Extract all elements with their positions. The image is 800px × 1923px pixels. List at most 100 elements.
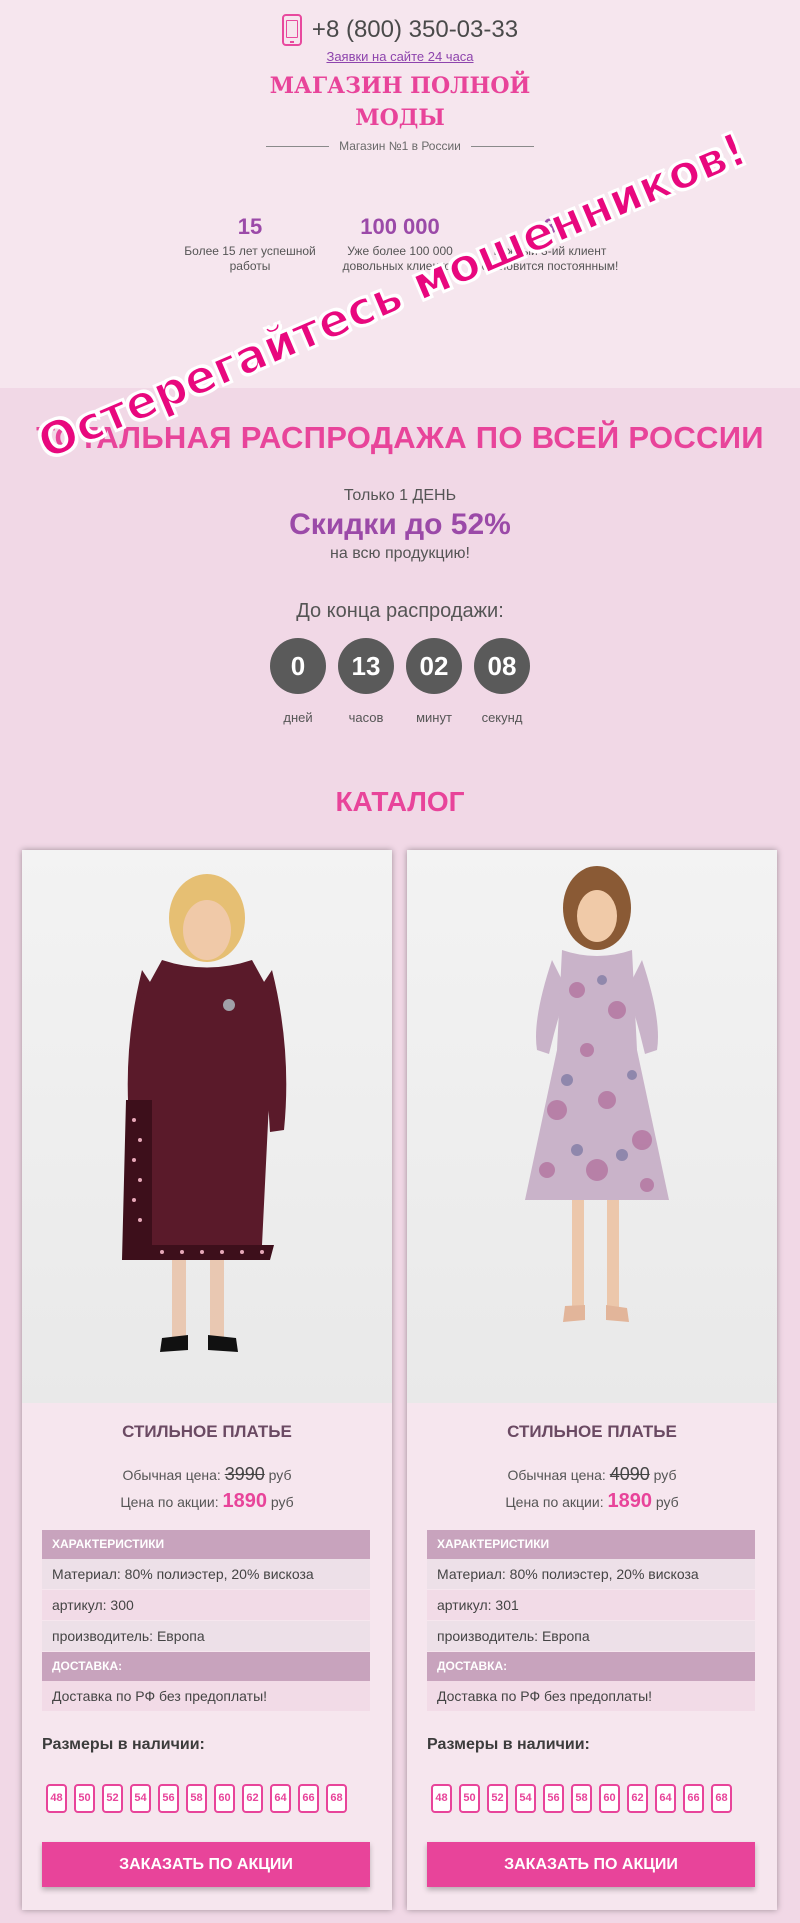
left-shoe bbox=[563, 1305, 585, 1322]
size-option[interactable]: 62 bbox=[242, 1784, 263, 1813]
size-option[interactable]: 48 bbox=[46, 1784, 67, 1813]
only-day-text: Только 1 ДЕНЬ bbox=[343, 487, 457, 504]
old-price-row: Обычная цена: 4090 руб bbox=[407, 1464, 777, 1485]
size-option[interactable]: 68 bbox=[711, 1784, 732, 1813]
left-leg bbox=[172, 1260, 186, 1340]
delivery-header: ДОСТАВКА: bbox=[427, 1652, 755, 1681]
product-photo bbox=[22, 850, 392, 1403]
face-shape bbox=[183, 900, 231, 960]
order-button[interactable]: ЗАКАЗАТЬ ПО АКЦИИ bbox=[427, 1842, 755, 1887]
requests-link[interactable]: Заявки на сайте 24 часа bbox=[0, 49, 800, 64]
catalog-title: КАТАЛОГ bbox=[335, 786, 465, 817]
size-option[interactable]: 50 bbox=[74, 1784, 95, 1813]
timer-value: 0 bbox=[270, 638, 326, 694]
shop-title: МАГАЗИН ПОЛНОЙ МОДЫ bbox=[269, 73, 531, 131]
size-option[interactable]: 58 bbox=[571, 1784, 592, 1813]
size-option[interactable]: 54 bbox=[515, 1784, 536, 1813]
right-shoe bbox=[606, 1305, 629, 1322]
spec-maker: производитель: Европа bbox=[427, 1621, 755, 1652]
specs-table: ХАРАКТЕРИСТИКИ Материал: 80% полиэстер, … bbox=[42, 1530, 370, 1712]
spec-material: Материал: 80% полиэстер, 20% вискоза bbox=[427, 1559, 755, 1590]
spec-delivery: Доставка по РФ без предоплаты! bbox=[42, 1681, 370, 1712]
stat-number: 100 000 bbox=[360, 214, 440, 239]
size-option[interactable]: 68 bbox=[326, 1784, 347, 1813]
size-option[interactable]: 50 bbox=[459, 1784, 480, 1813]
size-option[interactable]: 56 bbox=[543, 1784, 564, 1813]
spec-article: артикул: 300 bbox=[42, 1590, 370, 1621]
old-price-row: Обычная цена: 3990 руб bbox=[22, 1464, 392, 1485]
size-option[interactable]: 54 bbox=[130, 1784, 151, 1813]
size-option[interactable]: 58 bbox=[186, 1784, 207, 1813]
size-option[interactable]: 60 bbox=[214, 1784, 235, 1813]
old-price: 3990 bbox=[224, 1464, 265, 1484]
size-option[interactable]: 62 bbox=[627, 1784, 648, 1813]
countdown-timer: 0 дней 13 часов 02 минут 08 секунд bbox=[268, 638, 532, 725]
new-price-row: Цена по акции: 1890 руб bbox=[22, 1490, 392, 1513]
timer-value: 13 bbox=[338, 638, 394, 694]
divider-right bbox=[470, 145, 534, 147]
timer-label: секунд bbox=[481, 710, 523, 725]
spec-material: Материал: 80% полиэстер, 20% вискоза bbox=[42, 1559, 370, 1590]
dress-photo-illustration bbox=[525, 866, 669, 1322]
spec-article: артикул: 301 bbox=[427, 1590, 755, 1621]
phone-number[interactable]: +8 (800) 350-03-33 bbox=[312, 16, 518, 44]
face-shape bbox=[577, 890, 617, 942]
left-shoe bbox=[160, 1335, 188, 1352]
new-price: 1890 bbox=[607, 1490, 652, 1512]
until-end-text: До конца распродажи: bbox=[296, 600, 504, 622]
product-card: СТИЛЬНОЕ ПЛАТЬЕ Обычная цена: 4090 руб Ц… bbox=[407, 850, 777, 1910]
pendant bbox=[223, 999, 235, 1011]
for-all-text: на всю продукцию! bbox=[330, 545, 470, 562]
divider-left bbox=[266, 145, 330, 147]
delivery-header: ДОСТАВКА: bbox=[42, 1652, 370, 1681]
timer-label: минут bbox=[416, 710, 452, 725]
subtitle: Магазин №1 в России bbox=[339, 139, 461, 153]
size-option[interactable]: 66 bbox=[298, 1784, 319, 1813]
timer-value: 02 bbox=[406, 638, 462, 694]
dress-body bbox=[140, 960, 274, 1245]
right-leg bbox=[607, 1200, 619, 1310]
stat-text: Более 15 лет успешной работы bbox=[184, 244, 316, 273]
spec-maker: производитель: Европа bbox=[42, 1621, 370, 1652]
size-option[interactable]: 48 bbox=[431, 1784, 452, 1813]
product-card: СТИЛЬНОЕ ПЛАТЬЕ Обычная цена: 3990 руб Ц… bbox=[22, 850, 392, 1910]
new-price-row: Цена по акции: 1890 руб bbox=[407, 1490, 777, 1513]
stat-number: 15 bbox=[237, 214, 263, 239]
phone-icon bbox=[281, 14, 302, 46]
specs-table: ХАРАКТЕРИСТИКИ Материал: 80% полиэстер, … bbox=[427, 1530, 755, 1712]
order-button[interactable]: ЗАКАЗАТЬ ПО АКЦИИ bbox=[42, 1842, 370, 1887]
size-option[interactable]: 60 bbox=[599, 1784, 620, 1813]
subtitle-row: Магазин №1 в России bbox=[266, 139, 534, 153]
left-leg bbox=[572, 1200, 584, 1310]
spec-delivery: Доставка по РФ без предоплаты! bbox=[427, 1681, 755, 1712]
product-name: СТИЛЬНОЕ ПЛАТЬЕ bbox=[507, 1422, 677, 1441]
phone-row[interactable]: +8 (800) 350-03-33 bbox=[0, 14, 800, 46]
size-option[interactable]: 56 bbox=[158, 1784, 179, 1813]
dress-photo-illustration bbox=[122, 874, 287, 1352]
timer-label: часов bbox=[348, 710, 384, 725]
sizes-title: Размеры в наличии: bbox=[427, 1736, 590, 1753]
currency: руб bbox=[268, 1467, 292, 1483]
timer-label: дней bbox=[283, 710, 313, 725]
size-option[interactable]: 66 bbox=[683, 1784, 704, 1813]
old-price-label: Обычная цена: bbox=[507, 1467, 606, 1483]
size-option[interactable]: 64 bbox=[655, 1784, 676, 1813]
currency: руб bbox=[270, 1494, 294, 1510]
timer-days: 0 дней bbox=[268, 638, 328, 725]
specs-header: ХАРАКТЕРИСТИКИ bbox=[42, 1530, 370, 1559]
size-option[interactable]: 64 bbox=[270, 1784, 291, 1813]
currency: руб bbox=[655, 1494, 679, 1510]
size-option[interactable]: 52 bbox=[487, 1784, 508, 1813]
new-price-label: Цена по акции: bbox=[120, 1494, 219, 1510]
size-option[interactable]: 52 bbox=[102, 1784, 123, 1813]
right-shoe bbox=[208, 1335, 238, 1352]
product-name: СТИЛЬНОЕ ПЛАТЬЕ bbox=[122, 1422, 292, 1441]
new-price: 1890 bbox=[222, 1490, 267, 1512]
new-price-label: Цена по акции: bbox=[505, 1494, 604, 1510]
sizes-title: Размеры в наличии: bbox=[42, 1736, 205, 1753]
sizes-list: 48 50 52 54 56 58 60 62 64 66 68 bbox=[431, 1784, 732, 1813]
right-leg bbox=[210, 1260, 224, 1340]
discount-text: Скидки до 52% bbox=[289, 508, 511, 541]
stat-item: 15 Более 15 лет успешной работы bbox=[180, 214, 320, 274]
timer-hours: 13 часов bbox=[336, 638, 396, 725]
